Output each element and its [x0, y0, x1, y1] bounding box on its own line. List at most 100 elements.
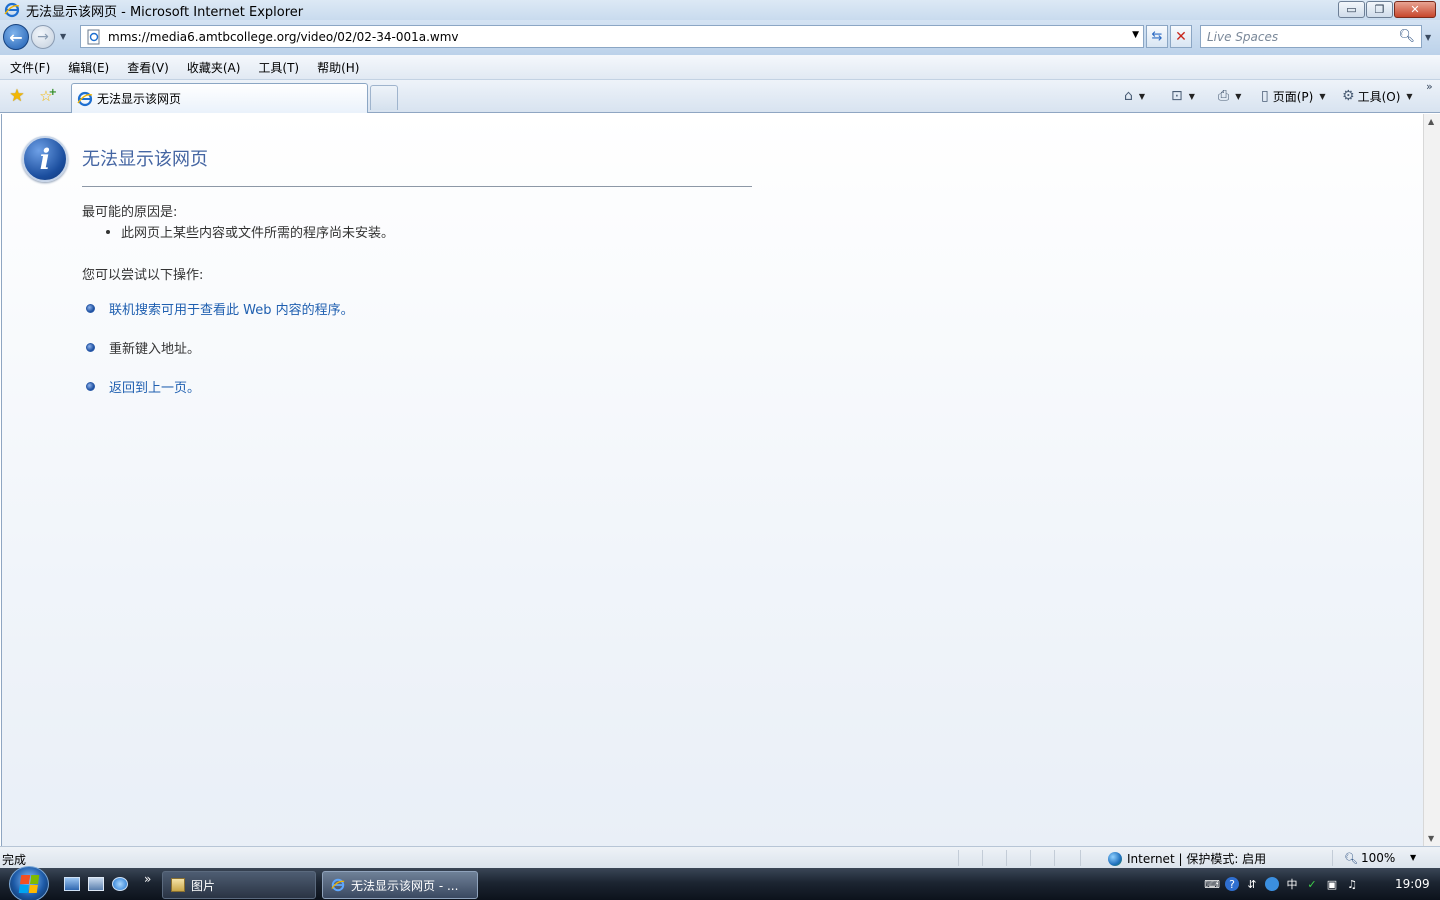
page-menu-icon: ▯	[1261, 88, 1269, 104]
ie-quicklaunch-icon[interactable]	[112, 877, 128, 891]
address-dropdown-icon[interactable]: ▼	[1132, 30, 1139, 40]
home-dropdown-icon[interactable]: ▼	[1139, 92, 1145, 101]
ie-page-icon	[77, 91, 93, 106]
close-button[interactable]: ✕	[1394, 1, 1436, 18]
menu-tools[interactable]: 工具(T)	[250, 59, 307, 76]
status-separator	[1006, 850, 1007, 866]
forward-arrow-icon: →	[37, 29, 49, 45]
network-icon[interactable]: ▣	[1325, 877, 1339, 891]
page-icon	[87, 29, 100, 44]
rss-feed-icon: ⊡	[1171, 88, 1183, 104]
menu-file[interactable]: 文件(F)	[2, 59, 58, 76]
zone-text: Internet | 保护模式: 启用	[1127, 852, 1267, 866]
add-favorites-icon[interactable]: ☆ +	[37, 87, 57, 105]
globe-icon	[1108, 851, 1122, 866]
error-title: 无法显示该网页	[82, 149, 208, 170]
ie-tray-icon[interactable]	[1265, 877, 1279, 891]
keyboard-icon[interactable]: ⌨	[1204, 877, 1220, 891]
more-commands-icon[interactable]: »	[1426, 80, 1433, 93]
status-text: 完成	[2, 853, 27, 867]
menu-edit[interactable]: 编辑(E)	[60, 59, 117, 76]
menu-view[interactable]: 查看(V)	[119, 59, 177, 76]
stop-icon: ✕	[1175, 28, 1187, 45]
taskbar-button-label: 无法显示该网页 - ...	[351, 878, 459, 893]
favorites-center-icon[interactable]: ★	[8, 87, 26, 105]
volume-icon[interactable]: ♫	[1345, 877, 1359, 891]
tools-menu-button[interactable]: ⚙ 工具(O) ▼	[1342, 86, 1413, 106]
blue-bullet-icon	[86, 304, 95, 313]
action-link[interactable]: 联机搜索可用于查看此 Web 内容的程序。	[109, 299, 354, 318]
taskbar-button-ie[interactable]: 无法显示该网页 - ...	[322, 871, 478, 899]
menu-favorites[interactable]: 收藏夹(A)	[179, 59, 249, 76]
forward-button[interactable]: →	[31, 25, 55, 49]
search-box[interactable]: 🔍︎	[1200, 25, 1422, 48]
action-retype-address: 重新键入地址。	[86, 338, 200, 357]
blue-bullet-icon	[86, 343, 95, 352]
zoom-dropdown-icon[interactable]: ▼	[1410, 853, 1416, 862]
scroll-up-icon[interactable]: ▲	[1428, 117, 1434, 126]
feeds-button[interactable]: ⊡ ▼	[1171, 86, 1195, 106]
taskbar: » 图片 无法显示该网页 - ... ⌨ ? ⇵ 中 ✓ ▣ ♫ 19:09	[0, 866, 1440, 900]
start-button[interactable]	[9, 866, 49, 900]
address-url[interactable]: mms://media6.amtbcollege.org/video/02/02…	[108, 30, 459, 44]
reason-heading: 最可能的原因是:	[82, 205, 178, 220]
feeds-dropdown-icon[interactable]: ▼	[1189, 92, 1195, 101]
security-zone[interactable]: Internet | 保护模式: 启用	[1108, 850, 1266, 867]
page-menu-dropdown-icon: ▼	[1319, 91, 1326, 101]
bullet-dot-icon	[106, 229, 110, 234]
print-button[interactable]: ⎙ ▼	[1218, 86, 1241, 106]
tab-label: 无法显示该网页	[97, 92, 182, 106]
address-toolbar: ← → ▼ mms://media6.amtbcollege.org/video…	[0, 20, 1440, 55]
action-search-programs[interactable]: 联机搜索可用于查看此 Web 内容的程序。	[86, 299, 354, 318]
page-menu-button[interactable]: ▯ 页面(P) ▼	[1261, 86, 1325, 106]
language-icon[interactable]: 中	[1285, 877, 1299, 891]
back-arrow-icon: ←	[9, 27, 23, 47]
maximize-button[interactable]: ❐	[1366, 1, 1393, 18]
try-heading: 您可以尝试以下操作:	[82, 268, 204, 283]
gear-icon: ⚙	[1342, 88, 1355, 104]
help-icon[interactable]: ?	[1225, 877, 1239, 891]
tools-menu-label: 工具(O)	[1357, 89, 1401, 104]
search-input[interactable]	[1207, 29, 1397, 44]
tab-active[interactable]: 无法显示该网页	[71, 83, 368, 113]
ie-icon	[331, 878, 345, 892]
windows-logo-icon	[18, 875, 40, 893]
new-tab-button[interactable]	[370, 85, 398, 110]
window-controls: ▭ ❐ ✕	[1338, 1, 1436, 18]
taskbar-button-pictures[interactable]: 图片	[162, 871, 316, 899]
home-icon: ⌂	[1124, 88, 1133, 104]
zoom-control[interactable]: 🔍︎ 100% ▼	[1344, 851, 1416, 865]
show-desktop-icon[interactable]	[64, 877, 80, 891]
zoom-icon: 🔍︎	[1344, 851, 1358, 865]
refresh-button[interactable]: ⇆	[1146, 25, 1168, 48]
print-dropdown-icon[interactable]: ▼	[1235, 92, 1241, 101]
info-icon: i	[22, 136, 68, 182]
zoom-level: 100%	[1360, 851, 1396, 865]
status-separator	[958, 850, 959, 866]
address-bar[interactable]: mms://media6.amtbcollege.org/video/02/02…	[80, 25, 1144, 48]
green-app-icon[interactable]: ✓	[1305, 877, 1319, 891]
search-options-dropdown[interactable]: ▼	[1425, 33, 1431, 42]
search-icon[interactable]: 🔍︎	[1398, 29, 1415, 44]
status-separator	[982, 850, 983, 866]
menu-help[interactable]: 帮助(H)	[309, 59, 367, 76]
status-separator	[1332, 850, 1333, 866]
quicklaunch-more-icon[interactable]: »	[144, 872, 151, 886]
home-button[interactable]: ⌂ ▼	[1124, 86, 1145, 106]
minimize-button[interactable]: ▭	[1338, 1, 1365, 18]
action-link[interactable]: 返回到上一页。	[109, 377, 200, 396]
taskbar-button-label: 图片	[191, 878, 216, 893]
status-separator	[1054, 850, 1055, 866]
switch-windows-icon[interactable]	[88, 877, 104, 891]
vertical-scrollbar[interactable]: ▲ ▼	[1423, 114, 1440, 846]
clock[interactable]: 19:09	[1395, 877, 1430, 891]
folder-icon	[171, 878, 185, 892]
tray-options-icon[interactable]: ⇵	[1245, 877, 1259, 891]
action-go-back[interactable]: 返回到上一页。	[86, 377, 200, 396]
page-menu-label: 页面(P)	[1272, 89, 1314, 104]
back-button[interactable]: ←	[3, 24, 29, 50]
recent-pages-dropdown[interactable]: ▼	[60, 32, 66, 41]
printer-icon: ⎙	[1218, 88, 1230, 104]
stop-button[interactable]: ✕	[1170, 25, 1192, 48]
scroll-down-icon[interactable]: ▼	[1428, 834, 1434, 843]
